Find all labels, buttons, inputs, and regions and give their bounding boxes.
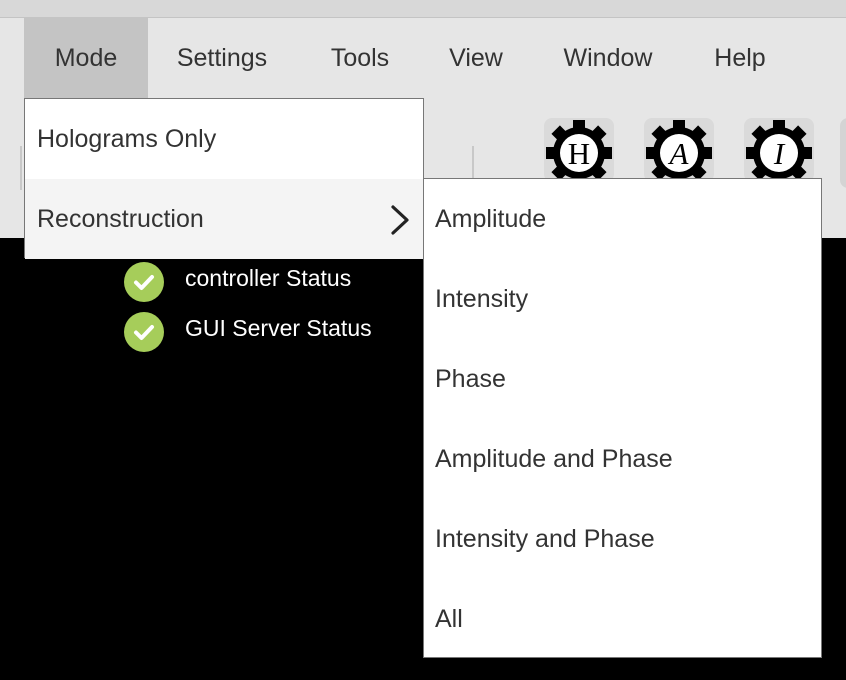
menu-bar: Mode Settings Tools View Window Help	[0, 18, 846, 98]
check-circle-icon	[124, 262, 164, 302]
menu-settings[interactable]: Settings	[158, 18, 286, 98]
status-label: GUI Server Status	[185, 315, 372, 341]
menu-item-label: Reconstruction	[37, 205, 204, 233]
gear-i-icon: I	[746, 120, 812, 182]
submenu-item-phase[interactable]: Phase	[424, 339, 821, 419]
menu-tools[interactable]: Tools	[316, 18, 404, 98]
menu-help[interactable]: Help	[706, 18, 774, 98]
reconstruction-submenu: Amplitude Intensity Phase Amplitude and …	[423, 178, 822, 658]
menu-item-holograms-only[interactable]: Holograms Only	[25, 99, 423, 179]
submenu-item-intensity-and-phase[interactable]: Intensity and Phase	[424, 499, 821, 579]
gear-a-icon: A	[646, 120, 712, 182]
intensity-gear-button[interactable]: I	[744, 118, 814, 182]
submenu-item-all[interactable]: All	[424, 579, 821, 659]
menu-item-reconstruction[interactable]: Reconstruction	[25, 179, 423, 259]
svg-text:H: H	[568, 136, 590, 171]
toolbar-partial-button[interactable]	[840, 118, 846, 188]
mode-dropdown: Holograms Only Reconstruction	[24, 98, 424, 259]
submenu-item-amplitude[interactable]: Amplitude	[424, 179, 821, 259]
svg-text:I: I	[773, 136, 786, 171]
amplitude-gear-button[interactable]: A	[644, 118, 714, 182]
status-label: controller Status	[185, 265, 352, 291]
svg-text:A: A	[668, 136, 690, 171]
menu-view[interactable]: View	[440, 18, 512, 98]
chevron-right-icon	[391, 205, 409, 235]
submenu-item-amplitude-and-phase[interactable]: Amplitude and Phase	[424, 419, 821, 499]
submenu-item-intensity[interactable]: Intensity	[424, 259, 821, 339]
toolbar-divider	[20, 146, 22, 190]
menu-window[interactable]: Window	[552, 18, 664, 98]
hologram-gear-button[interactable]: H	[544, 118, 614, 182]
menu-mode[interactable]: Mode	[24, 18, 148, 98]
check-circle-icon	[124, 312, 164, 352]
window-top-strip	[0, 0, 846, 18]
gear-h-icon: H	[546, 120, 612, 182]
